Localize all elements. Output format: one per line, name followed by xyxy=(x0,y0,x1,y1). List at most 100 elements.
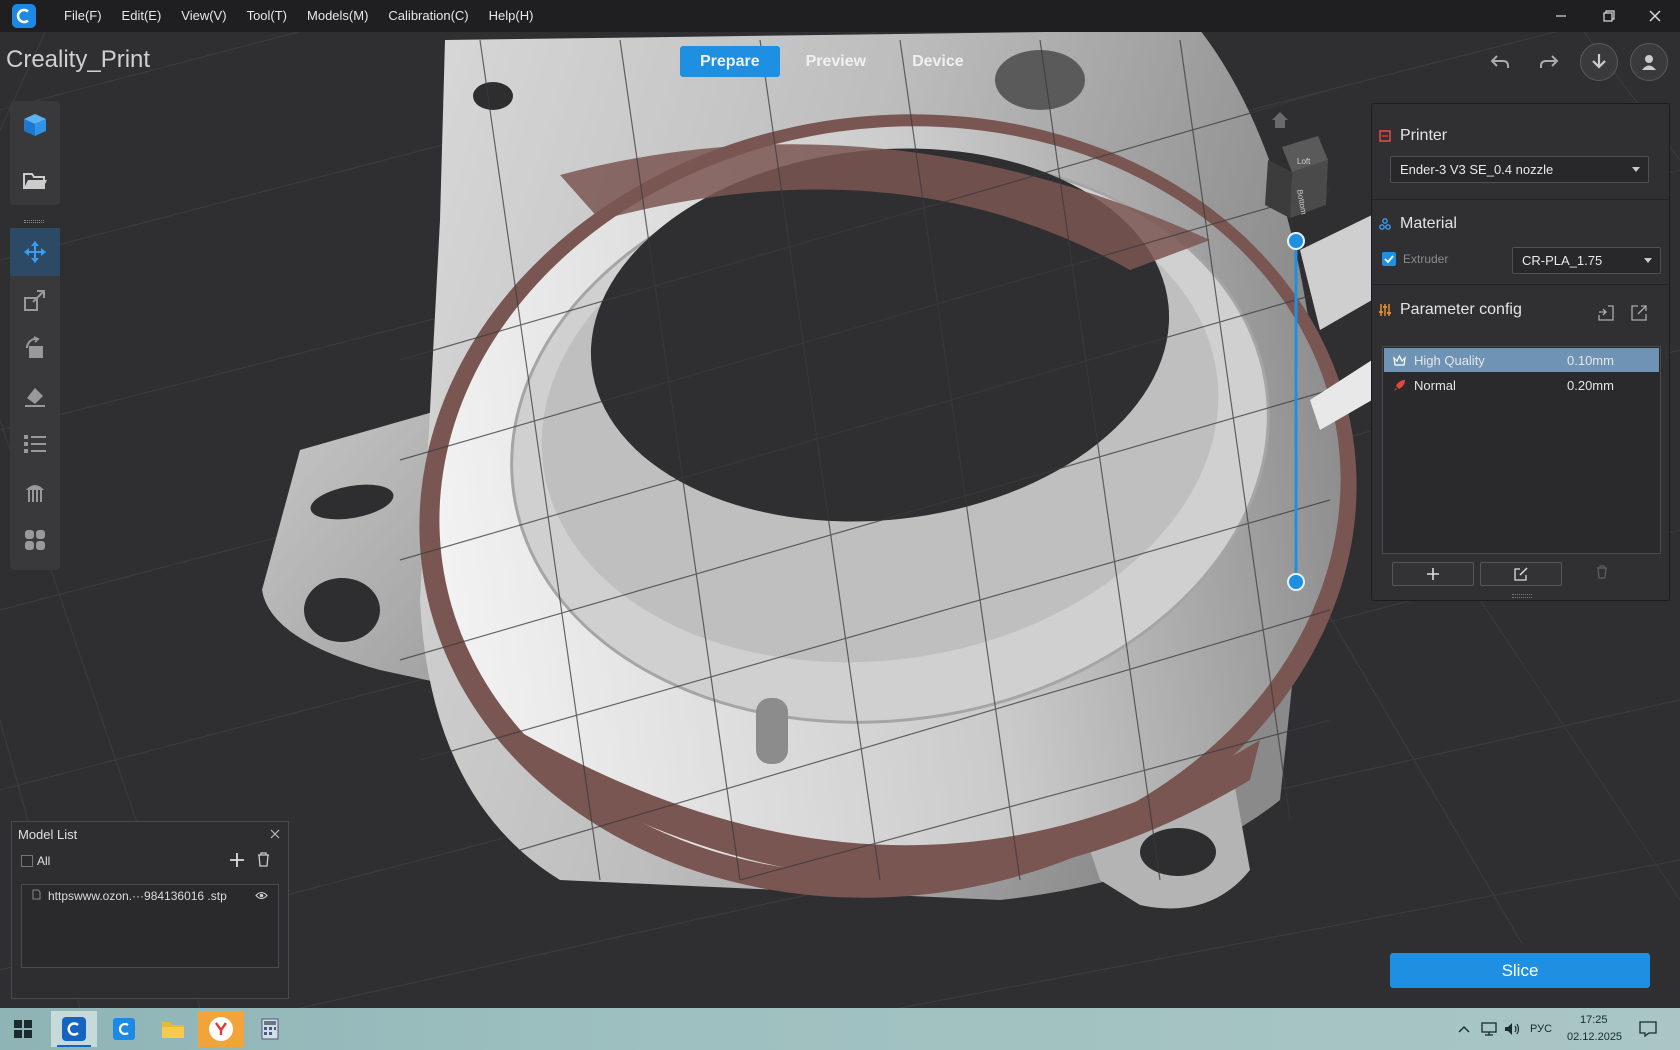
open-folder-button[interactable] xyxy=(10,157,60,205)
download-button[interactable] xyxy=(1580,43,1618,81)
file-icon xyxy=(32,889,41,903)
import-config-button[interactable] xyxy=(1598,305,1614,321)
menu-bar: File(F) Edit(E) View(V) Tool(T) Models(M… xyxy=(54,0,543,32)
preset-name: High Quality xyxy=(1414,352,1485,368)
edit-icon xyxy=(1514,567,1528,581)
plus-icon xyxy=(230,853,244,867)
cube-add-icon xyxy=(24,114,46,136)
move-icon xyxy=(24,241,46,263)
preset-high-quality[interactable]: High Quality 0.10mm xyxy=(1384,348,1659,372)
export-icon xyxy=(1631,305,1647,321)
support-icon xyxy=(26,485,44,502)
quality-preset-list: High Quality 0.10mm Normal 0.20mm xyxy=(1382,346,1661,554)
menu-file[interactable]: File(F) xyxy=(54,0,112,32)
taskbar-creality-print[interactable] xyxy=(51,1011,97,1047)
add-preset-button[interactable] xyxy=(1392,562,1474,586)
tab-prepare[interactable]: Prepare xyxy=(680,46,780,77)
menu-edit[interactable]: Edit(E) xyxy=(112,0,172,32)
cube-top-label: Loft xyxy=(1297,157,1311,166)
trash-icon xyxy=(1597,565,1607,579)
user-account-button[interactable] xyxy=(1630,43,1668,81)
printer-select[interactable]: Ender-3 V3 SE_0.4 nozzle xyxy=(1390,156,1649,183)
menu-models[interactable]: Models(M) xyxy=(297,0,378,32)
taskbar-calculator[interactable] xyxy=(247,1011,293,1047)
tab-device[interactable]: Device xyxy=(892,46,984,77)
redo-icon xyxy=(1540,55,1559,68)
delete-preset-button[interactable] xyxy=(1596,565,1612,583)
edit-preset-button[interactable] xyxy=(1480,562,1562,586)
slider-top-handle[interactable] xyxy=(1287,232,1305,250)
menu-help[interactable]: Help(H) xyxy=(479,0,544,32)
preset-layer-height: 0.20mm xyxy=(1567,377,1614,393)
select-all-checkbox[interactable] xyxy=(21,855,33,867)
menu-tool[interactable]: Tool(T) xyxy=(237,0,297,32)
chevron-down-icon xyxy=(1644,258,1652,263)
mode-tabs: Prepare Preview Device xyxy=(680,46,984,77)
material-heading: Material xyxy=(1400,215,1457,232)
download-icon xyxy=(1592,54,1606,69)
input-language[interactable]: РУС xyxy=(1530,1023,1552,1035)
rotate-tool-button[interactable] xyxy=(10,324,60,372)
menu-calibration[interactable]: Calibration(C) xyxy=(378,0,478,32)
chevron-up-icon xyxy=(1458,1026,1470,1033)
volume-icon[interactable] xyxy=(1501,1011,1525,1047)
network-icon[interactable] xyxy=(1477,1011,1501,1047)
windows-taskbar: РУС 17:25 02.12.2025 xyxy=(0,1008,1680,1050)
preset-layer-height: 0.10mm xyxy=(1567,352,1614,368)
toolbar-grip xyxy=(24,220,44,223)
lay-on-face-button[interactable] xyxy=(10,372,60,420)
taskbar-file-explorer[interactable] xyxy=(150,1011,196,1047)
plus-icon xyxy=(1427,568,1439,580)
add-model-list-button[interactable] xyxy=(229,852,245,868)
redo-button[interactable] xyxy=(1530,43,1568,81)
edit-toolbar xyxy=(10,228,60,570)
scale-tool-button[interactable] xyxy=(10,276,60,324)
preset-normal[interactable]: Normal 0.20mm xyxy=(1384,373,1659,397)
object-list-button[interactable] xyxy=(10,420,60,468)
user-icon xyxy=(1642,55,1656,70)
delete-model-button[interactable] xyxy=(257,852,271,868)
model-entries: httpswww.ozon.···984136016 .stp xyxy=(21,884,279,968)
support-tool-button[interactable] xyxy=(10,468,60,516)
clock-time: 17:25 xyxy=(1580,1014,1608,1026)
creality-print-window: Loft Bottom File(F) Edit(E) View(V) Tool… xyxy=(0,0,1680,1050)
list-item[interactable]: httpswww.ozon.···984136016 .stp xyxy=(22,885,278,907)
close-model-list-button[interactable] xyxy=(270,826,282,839)
settings-panel: Printer Ender-3 V3 SE_0.4 nozzle Materia… xyxy=(1371,103,1670,601)
printer-heading: Printer xyxy=(1400,127,1448,144)
eye-icon[interactable] xyxy=(255,889,268,903)
start-button[interactable] xyxy=(0,1011,46,1047)
panel-resize-grip[interactable] xyxy=(1512,594,1532,598)
check-icon xyxy=(1384,255,1394,264)
paint-bucket-icon xyxy=(25,388,45,407)
view-cube[interactable]: Loft Bottom xyxy=(1265,112,1328,218)
extruder-row: Extruder xyxy=(1382,252,1448,266)
preset-name: Normal xyxy=(1414,377,1456,393)
undo-icon xyxy=(1490,55,1509,68)
notifications-button[interactable] xyxy=(1628,1011,1668,1047)
scale-icon xyxy=(24,290,45,311)
file-toolbar xyxy=(10,101,60,205)
show-hidden-icons-button[interactable] xyxy=(1452,1011,1476,1047)
move-tool-button[interactable] xyxy=(10,228,60,276)
extruder-checkbox[interactable] xyxy=(1382,252,1396,266)
tab-preview[interactable]: Preview xyxy=(786,46,886,77)
taskbar-creality-slicer[interactable] xyxy=(101,1011,147,1047)
minimize-button[interactable] xyxy=(1538,0,1584,32)
taskbar-yandex-browser[interactable] xyxy=(198,1011,244,1047)
folder-icon xyxy=(162,1022,184,1038)
add-model-button[interactable] xyxy=(10,101,60,149)
close-button[interactable] xyxy=(1632,0,1678,32)
slider-bottom-handle[interactable] xyxy=(1287,573,1305,591)
material-select[interactable]: CR-PLA_1.75 xyxy=(1512,247,1661,274)
menu-view[interactable]: View(V) xyxy=(171,0,236,32)
printer-select-value: Ender-3 V3 SE_0.4 nozzle xyxy=(1400,162,1554,177)
close-icon xyxy=(270,829,280,839)
restore-button[interactable] xyxy=(1586,0,1632,32)
chevron-down-icon xyxy=(1632,167,1640,172)
rotate-icon xyxy=(25,336,43,358)
undo-button[interactable] xyxy=(1481,43,1519,81)
export-config-button[interactable] xyxy=(1631,305,1647,321)
slice-button[interactable]: Slice xyxy=(1390,953,1650,988)
more-tools-button[interactable] xyxy=(10,516,60,564)
